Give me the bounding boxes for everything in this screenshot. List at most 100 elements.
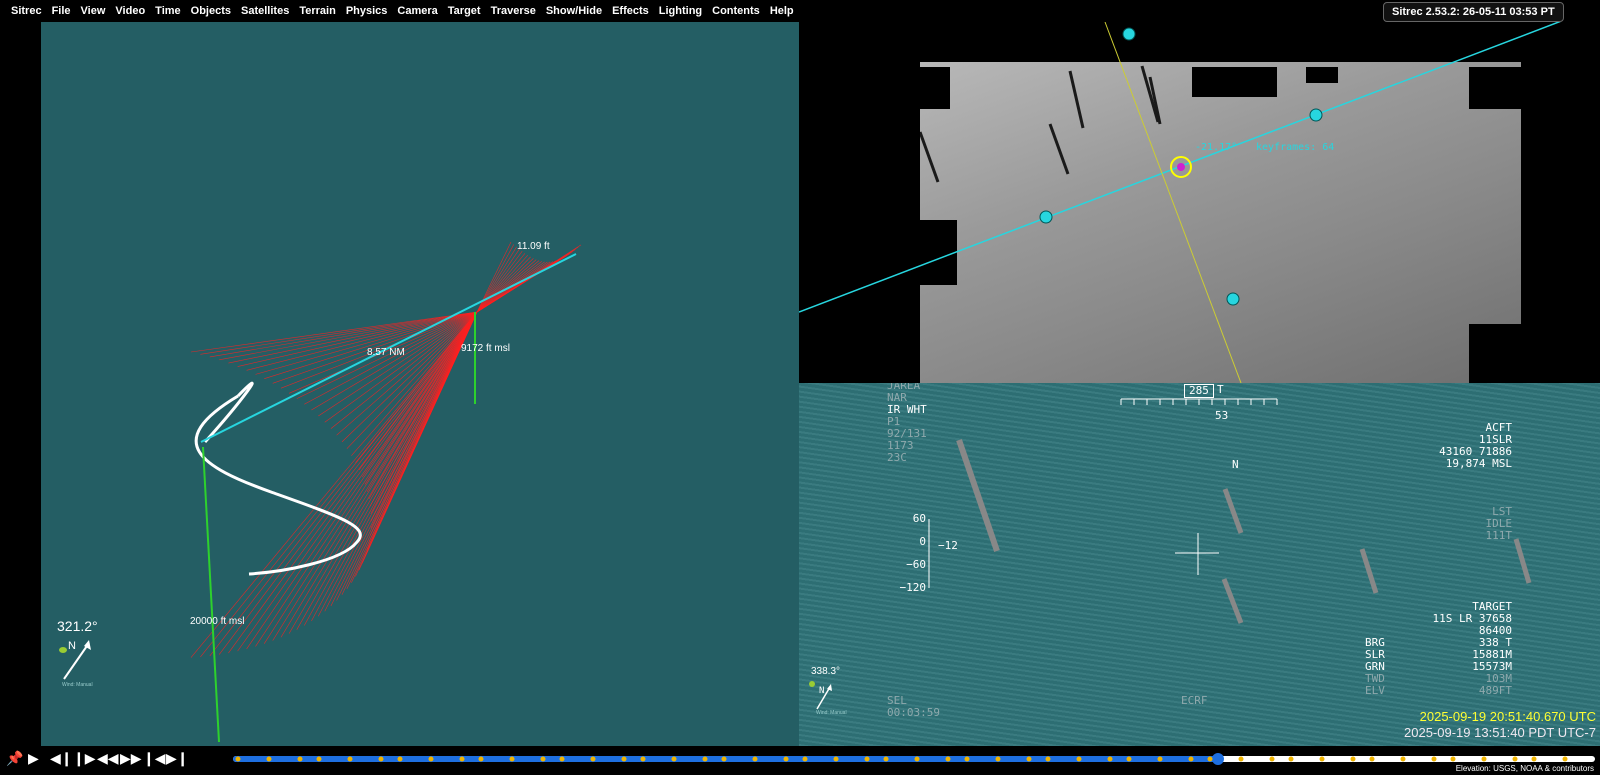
camera-altitude-line <box>202 446 220 743</box>
hud-aircraft-line: 19,874 MSL <box>1445 457 1512 470</box>
keyframe-marker <box>1531 756 1537 762</box>
menu-item-file[interactable]: File <box>47 5 76 17</box>
attribution-text: Elevation: USGS, NOAA & contributors <box>1455 764 1594 773</box>
target-row-key: ELV <box>1365 684 1385 697</box>
keyframe-marker <box>559 756 565 762</box>
timestamp-local: 2025-09-19 13:51:40 PDT UTC-7 <box>1404 725 1596 740</box>
timestamp-utc: 2025-09-19 20:51:40.670 UTC <box>1419 709 1596 724</box>
keyframes-label: keyframes: 64 <box>1256 142 1335 153</box>
hud-lst-line: 111T <box>1485 529 1513 542</box>
frustum-line-far <box>476 260 540 313</box>
ecrf-label: ECRF <box>1181 694 1208 707</box>
keyframe-marker <box>1350 756 1356 762</box>
keyframe-marker <box>1562 756 1568 762</box>
keyframe-marker <box>964 756 970 762</box>
traverse-handle <box>1226 292 1240 306</box>
hud-compass-caption: Wind: Manual <box>816 710 847 716</box>
menu-item-video[interactable]: Video <box>110 5 150 17</box>
menu-item-satellites[interactable]: Satellites <box>236 5 294 17</box>
frustum-line <box>246 311 478 650</box>
frustum-line <box>311 311 478 622</box>
keyframe-marker <box>1076 756 1082 762</box>
keyframe-marker <box>428 756 434 762</box>
keyframe-marker <box>802 756 808 762</box>
keyframe-marker <box>1481 756 1487 762</box>
target-altitude-label: 9172 ft msl <box>461 343 510 354</box>
menu-item-camera[interactable]: Camera <box>392 5 442 17</box>
frustum-line <box>280 311 478 638</box>
hud-wind-blob <box>809 681 815 687</box>
heading-box: 285 <box>1184 384 1214 398</box>
menu-item-lighting[interactable]: Lighting <box>654 5 707 17</box>
compass-icon <box>59 640 91 680</box>
menu-item-sitrec[interactable]: Sitrec <box>6 5 47 17</box>
frustum-line <box>255 311 478 647</box>
keyframe-marker <box>621 756 627 762</box>
keyframe-marker <box>1238 756 1244 762</box>
frustum-line <box>304 311 478 626</box>
keyframe-marker <box>347 756 353 762</box>
keyframe-marker <box>671 756 677 762</box>
menu-item-terrain[interactable]: Terrain <box>294 5 340 17</box>
north-indicator: N <box>1232 458 1239 471</box>
keyframe-marker <box>1512 756 1518 762</box>
menu-item-contents[interactable]: Contents <box>707 5 765 17</box>
menu-item-time[interactable]: Time <box>150 5 185 17</box>
menu-item-target[interactable]: Target <box>443 5 486 17</box>
heading-suffix: T <box>1217 383 1224 396</box>
keyframe-marker <box>783 756 789 762</box>
keyframe-marker <box>1269 756 1275 762</box>
keyframe-marker <box>378 756 384 762</box>
scale-label: −60 <box>906 558 926 571</box>
keyframe-marker <box>297 756 303 762</box>
hud-view[interactable]: JAREA NAR IR WHT P1 92/131 1173 23C 285 T 53 N… <box>799 383 1600 746</box>
frustum-line-far <box>476 259 537 313</box>
keyframe-marker <box>1207 756 1213 762</box>
heading-readout: 321.2° <box>57 618 98 634</box>
traverse-handle <box>1122 27 1136 41</box>
frustum-line-far <box>476 246 517 313</box>
video-view[interactable]: -21.17° keyframes: 64 <box>799 22 1600 383</box>
keyframe-marker <box>702 756 708 762</box>
frustum-line <box>296 311 478 630</box>
traverse-overlay <box>799 22 1561 383</box>
menu-item-objects[interactable]: Objects <box>186 5 236 17</box>
turbine-base <box>1221 578 1244 624</box>
keyframe-marker <box>235 756 241 762</box>
menu-item-physics[interactable]: Physics <box>341 5 393 17</box>
keyframe-marker <box>1288 756 1294 762</box>
keyframe-marker <box>995 756 1001 762</box>
keyframe-marker <box>266 756 272 762</box>
keyframe-marker <box>1369 756 1375 762</box>
frustum-line-far <box>476 258 534 313</box>
frustum-line <box>263 311 478 644</box>
keyframe-marker <box>1126 756 1132 762</box>
compass-n: N <box>68 640 76 652</box>
turbine-base <box>1513 538 1532 584</box>
keyframe-marker <box>1188 756 1194 762</box>
menu-item-effects[interactable]: Effects <box>607 5 654 17</box>
turbine-base <box>956 439 1000 552</box>
keyframe-marker <box>540 756 546 762</box>
frustum-line <box>341 311 478 595</box>
frustum-line <box>218 311 478 655</box>
menu-item-traverse[interactable]: Traverse <box>486 5 541 17</box>
3d-view[interactable]: 11.09 ft 8.57 NM 9172 ft msl 20000 ft ms… <box>41 22 799 746</box>
keyframe-marker <box>459 756 465 762</box>
menu-item-show-hide[interactable]: Show/Hide <box>541 5 607 17</box>
menu-item-help[interactable]: Help <box>765 5 799 17</box>
frustum-line <box>200 311 478 355</box>
target-dot <box>1177 163 1185 171</box>
frustum-line <box>200 311 478 658</box>
scale-label: 0 <box>919 535 926 548</box>
keyframe-marker <box>590 756 596 762</box>
camera-altitude-label: 20000 ft msl <box>190 616 245 627</box>
traverse-handle <box>1039 210 1053 224</box>
keyframe-marker <box>1107 756 1113 762</box>
angle-label: -21.17° <box>1195 142 1238 153</box>
keyframe-marker <box>1045 756 1051 762</box>
keyframe-marker <box>316 756 322 762</box>
keyframe-markers <box>235 756 1568 762</box>
menu-item-view[interactable]: View <box>76 5 111 17</box>
version-label: Sitrec 2.53.2: 26-05-11 03:53 PT <box>1383 2 1564 22</box>
